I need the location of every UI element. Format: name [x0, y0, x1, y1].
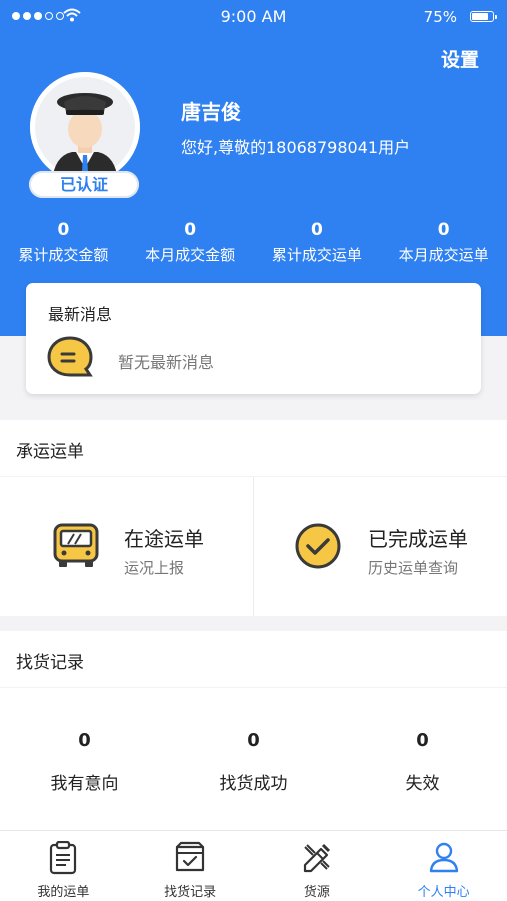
messages-title: 最新消息 [48, 305, 113, 324]
completed-title: 已完成运单 [368, 527, 468, 551]
bus-icon [53, 523, 99, 567]
latest-messages-card[interactable]: 最新消息 暂无最新消息 [26, 283, 481, 394]
tab-my-waybills[interactable]: 我的运单 [0, 831, 127, 901]
in-transit-waybills-button[interactable]: 在途运单 运况上报 [0, 477, 252, 616]
box-check-icon [176, 841, 205, 872]
pencil-ruler-icon [303, 843, 330, 873]
completed-subtitle: 历史运单查询 [368, 559, 459, 577]
section-title: 找货记录 [16, 653, 84, 673]
stat-value: 0 [184, 220, 197, 240]
search-records-panel: 0 我有意向 0 找货成功 0 失效 [0, 688, 507, 830]
check-circle-icon [295, 523, 341, 569]
stat-month-waybills: 0 本月成交运单 [380, 218, 507, 265]
expired-stat[interactable]: 0 失效 [338, 688, 507, 838]
stats-row: 0 累计成交金额 0 本月成交金额 0 累计成交运单 0 本月成交运单 [0, 218, 507, 265]
stat-value: 0 [416, 730, 429, 751]
stat-value: 0 [247, 730, 260, 751]
in-transit-title: 在途运单 [124, 527, 204, 551]
in-transit-subtitle: 运况上报 [124, 559, 185, 577]
verified-badge: 已认证 [29, 171, 139, 198]
stat-label: 本月成交运单 [398, 246, 489, 264]
stat-label: 失效 [405, 774, 440, 794]
status-bar: 9:00 AM 75% [0, 0, 507, 34]
tab-label: 货源 [303, 885, 330, 900]
tab-personal-center[interactable]: 个人中心 [380, 831, 507, 901]
avatar[interactable] [30, 72, 140, 182]
battery-icon [470, 11, 497, 22]
stat-label: 累计成交运单 [271, 246, 362, 264]
stat-value: 0 [78, 730, 91, 751]
stat-total-amount: 0 累计成交金额 [0, 218, 127, 265]
stat-label: 累计成交金额 [18, 246, 109, 264]
tab-search-records[interactable]: 找货记录 [127, 831, 254, 901]
person-icon [429, 842, 458, 873]
battery-percent: 75% [423, 8, 457, 26]
stat-label: 找货成功 [219, 774, 288, 794]
user-name: 唐吉俊 [181, 100, 241, 124]
stat-value: 0 [57, 220, 70, 240]
chat-bubble-icon [47, 336, 93, 377]
completed-waybills-button[interactable]: 已完成运单 历史运单查询 [254, 477, 506, 616]
stat-label: 我有意向 [50, 774, 119, 794]
messages-empty-text: 暂无最新消息 [118, 353, 215, 372]
stat-month-amount: 0 本月成交金额 [127, 218, 254, 265]
tab-bar: 我的运单 找货记录 货源 个人中心 [0, 830, 507, 901]
settings-button[interactable]: 设置 [441, 45, 479, 72]
intent-stat[interactable]: 0 我有意向 [0, 688, 169, 838]
waybills-section-header: 承运运单 [0, 420, 507, 476]
tab-cargo-source[interactable]: 货源 [254, 831, 381, 901]
driver-avatar-icon [30, 72, 140, 182]
search-records-section-header: 找货记录 [0, 631, 507, 687]
success-stat[interactable]: 0 找货成功 [169, 688, 338, 838]
waybills-panel: 在途运单 运况上报 已完成运单 历史运单查询 [0, 477, 507, 616]
stat-total-waybills: 0 累计成交运单 [254, 218, 381, 265]
stat-label: 本月成交金额 [145, 246, 236, 264]
user-greeting: 您好,尊敬的18068798041用户 [181, 138, 411, 157]
tab-label: 个人中心 [417, 885, 470, 900]
tab-label: 我的运单 [37, 885, 90, 900]
stat-value: 0 [310, 220, 323, 240]
clipboard-icon [50, 841, 77, 875]
section-title: 承运运单 [16, 442, 84, 462]
tab-label: 找货记录 [164, 885, 217, 900]
stat-value: 0 [437, 220, 450, 240]
